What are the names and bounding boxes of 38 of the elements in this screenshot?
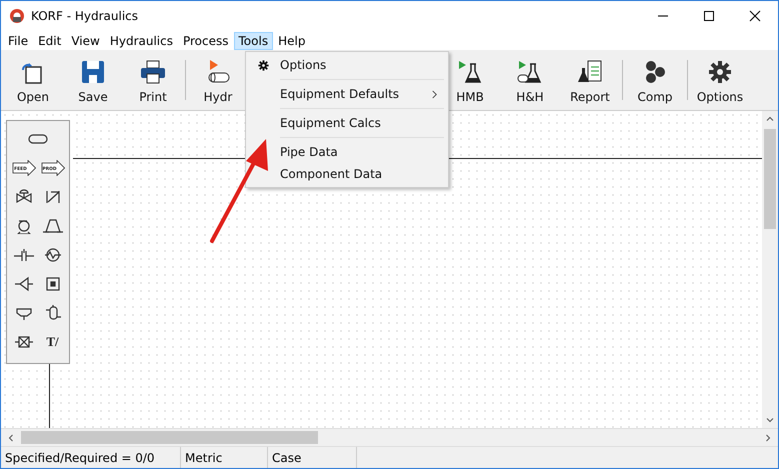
palette-tool[interactable]: T/ bbox=[38, 328, 66, 355]
equipment-symbol-icon bbox=[12, 246, 36, 262]
menu-item[interactable]: Pipe Data bbox=[246, 141, 448, 163]
toolbar-button[interactable]: H&H bbox=[500, 50, 560, 110]
status-text: Case bbox=[268, 447, 357, 468]
menu-item[interactable]: View bbox=[66, 32, 105, 50]
menu-item[interactable]: Help bbox=[273, 32, 310, 50]
scroll-down-icon[interactable] bbox=[765, 415, 775, 425]
window-title: KORF - Hydraulics bbox=[31, 9, 138, 23]
toolbar-button[interactable]: Options bbox=[690, 50, 750, 110]
menu-item[interactable]: File bbox=[3, 32, 34, 50]
toolbar-button[interactable]: Open bbox=[3, 50, 63, 110]
status-text: Specified/Required = 0/0 bbox=[1, 447, 181, 468]
menu-item[interactable]: Equipment Calcs bbox=[246, 112, 448, 134]
toolbar-icon bbox=[139, 58, 167, 86]
toolbar-icon bbox=[456, 58, 484, 86]
menu-item[interactable]: Component Data bbox=[246, 163, 448, 185]
toolbar-button[interactable]: Save bbox=[63, 50, 123, 110]
toolbar-icon bbox=[706, 58, 734, 86]
equipment-symbol-icon bbox=[40, 218, 64, 234]
scroll-left-icon[interactable] bbox=[6, 432, 16, 442]
toolbar-button[interactable]: Print bbox=[123, 50, 183, 110]
toolbar-button[interactable]: Comp bbox=[625, 50, 685, 110]
app-icon bbox=[9, 8, 25, 24]
menu-item[interactable]: Edit bbox=[33, 32, 66, 50]
gear-icon bbox=[256, 58, 270, 72]
toolbar-icon bbox=[516, 58, 544, 86]
toolbar-button[interactable]: Report bbox=[560, 50, 620, 110]
menu-item[interactable]: Hydraulics bbox=[104, 32, 178, 50]
toolbar-icon bbox=[79, 58, 107, 86]
menu-item[interactable]: Process bbox=[178, 32, 234, 50]
scrollbar-thumb[interactable] bbox=[21, 431, 318, 444]
menu-item[interactable]: Tools bbox=[234, 32, 274, 50]
scrollbar-thumb[interactable] bbox=[764, 129, 776, 229]
horizontal-scrollbar[interactable] bbox=[1, 428, 778, 446]
status-text: Metric bbox=[181, 447, 268, 468]
scroll-right-icon[interactable] bbox=[763, 432, 773, 442]
submenu-chevron-icon bbox=[431, 90, 438, 98]
